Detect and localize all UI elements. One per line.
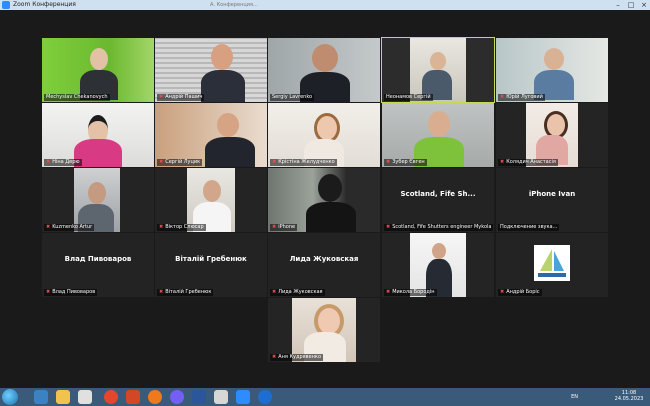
- close-button[interactable]: ×: [638, 0, 650, 10]
- participant-name: Sergiy Lavrenko: [270, 94, 315, 101]
- participant-name: ✖ Віктор Слюсар: [157, 224, 206, 231]
- participant-tile[interactable]: ✖ Сергій Луцик: [155, 103, 267, 167]
- media-player-icon[interactable]: [78, 390, 92, 404]
- word-icon[interactable]: [192, 390, 206, 404]
- start-button[interactable]: [2, 389, 18, 405]
- explorer-icon[interactable]: [56, 390, 70, 404]
- gallery-view: Mechyslav Chekanovych ✖ Андрій Пашич Serg…: [0, 10, 650, 388]
- participant-tile[interactable]: ✖ Юрій Луговий: [496, 38, 608, 102]
- participant-name: ✖ Микола Бородін: [384, 289, 437, 296]
- window-title: Zoom Конференция: [13, 1, 76, 8]
- participant-name: ✖ Віталій Гребенюк: [157, 289, 214, 296]
- participant-tile[interactable]: ✖ Kuzmenko Artur: [42, 168, 154, 232]
- participant-name: ✖ Андрій Боріс: [498, 289, 542, 296]
- participant-tile[interactable]: Лида Жуковская ✖ Лида Жуковская: [268, 233, 380, 297]
- participant-name: ✖ Лида Жуковская: [270, 289, 325, 296]
- participant-name: ✖ Kuzmenko Artur: [44, 224, 95, 231]
- ie-icon[interactable]: [34, 390, 48, 404]
- powerpoint-icon[interactable]: [126, 390, 140, 404]
- participant-name: ✖ Андрій Пашич: [157, 94, 205, 101]
- participant-tile[interactable]: Віталій Гребенюк ✖ Віталій Гребенюк: [155, 233, 267, 297]
- participant-display-name: Влад Пивоваров: [64, 255, 132, 263]
- participant-display-name: Scotland, Fife Sh...: [400, 190, 476, 198]
- participant-tile[interactable]: ✖ Колядич Анастасія: [496, 103, 608, 167]
- participant-name: ✖ Юрій Луговий: [498, 94, 545, 101]
- participant-tile[interactable]: ✖ Віктор Слюсар: [155, 168, 267, 232]
- window-titlebar: Zoom Конференция А. Конференция… – □ ×: [0, 0, 650, 10]
- participant-tile[interactable]: ✖ Зубер Євген: [382, 103, 494, 167]
- participant-name: ✖ iPhone: [270, 224, 298, 231]
- zoom-meeting-icon[interactable]: [258, 390, 272, 404]
- windows-taskbar: EN 11:08 24.05.2023: [0, 388, 650, 406]
- participant-profile-image: [534, 245, 570, 281]
- minimize-button[interactable]: –: [612, 0, 624, 10]
- participant-name: ✖ Влад Пивоваров: [44, 289, 98, 296]
- participant-tile[interactable]: Sergiy Lavrenko: [268, 38, 380, 102]
- participant-tile[interactable]: ✖ Микола Бородін: [382, 233, 494, 297]
- participant-name: Mechyslav Chekanovych: [44, 94, 110, 101]
- participant-name: ✖ Scotland, Fife Shutters engineer Mykola: [384, 224, 494, 231]
- participant-name: ✖ Колядич Анастасія: [498, 159, 558, 166]
- viber-icon[interactable]: [170, 390, 184, 404]
- participant-name: ✖ Сергій Луцик: [157, 159, 203, 166]
- participant-name: Неонамов Сергій: [384, 94, 433, 101]
- participant-name: ✖ Крістіна Желудченко: [270, 159, 337, 166]
- clock[interactable]: 11:08 24.05.2023: [614, 390, 644, 402]
- participant-name: ✖ Аня Кудрявенко: [270, 354, 324, 361]
- settings-icon[interactable]: [214, 390, 228, 404]
- zoom-taskbar-icon[interactable]: [236, 390, 250, 404]
- participant-tile[interactable]: ✖ Крістіна Желудченко: [268, 103, 380, 167]
- participant-display-name: Лида Жуковская: [289, 255, 359, 263]
- participant-tile[interactable]: ✖ iPhone: [268, 168, 380, 232]
- participant-tile[interactable]: ✖ Аня Кудрявенко: [268, 298, 380, 362]
- language-indicator[interactable]: EN: [571, 394, 578, 400]
- participant-tile-active-speaker[interactable]: Неонамов Сергій: [381, 37, 495, 103]
- participant-tile[interactable]: iPhone Ivan Подключение звука...: [496, 168, 608, 232]
- participant-tile[interactable]: Mechyslav Chekanovych: [42, 38, 154, 102]
- maximize-button[interactable]: □: [625, 0, 637, 10]
- zoom-app-icon: [2, 1, 10, 9]
- participant-tile[interactable]: Scotland, Fife Sh... ✖ Scotland, Fife Shu…: [382, 168, 494, 232]
- participant-name: Подключение звука...: [498, 224, 560, 231]
- participant-display-name: iPhone Ivan: [528, 190, 576, 198]
- participant-tile[interactable]: ✖ Андрій Боріс: [496, 233, 608, 297]
- participant-name: ✖ Ніна Дерю: [44, 159, 82, 166]
- sailboat-logo-icon: [534, 245, 570, 281]
- window-subtitle: А. Конференция…: [210, 2, 259, 8]
- firefox-icon[interactable]: [148, 390, 162, 404]
- participant-tile[interactable]: Влад Пивоваров ✖ Влад Пивоваров: [42, 233, 154, 297]
- participant-display-name: Віталій Гребенюк: [175, 255, 247, 263]
- chrome-icon[interactable]: [104, 390, 118, 404]
- participant-name: ✖ Зубер Євген: [384, 159, 427, 166]
- participant-tile[interactable]: ✖ Ніна Дерю: [42, 103, 154, 167]
- participant-tile[interactable]: ✖ Андрій Пашич: [155, 38, 267, 102]
